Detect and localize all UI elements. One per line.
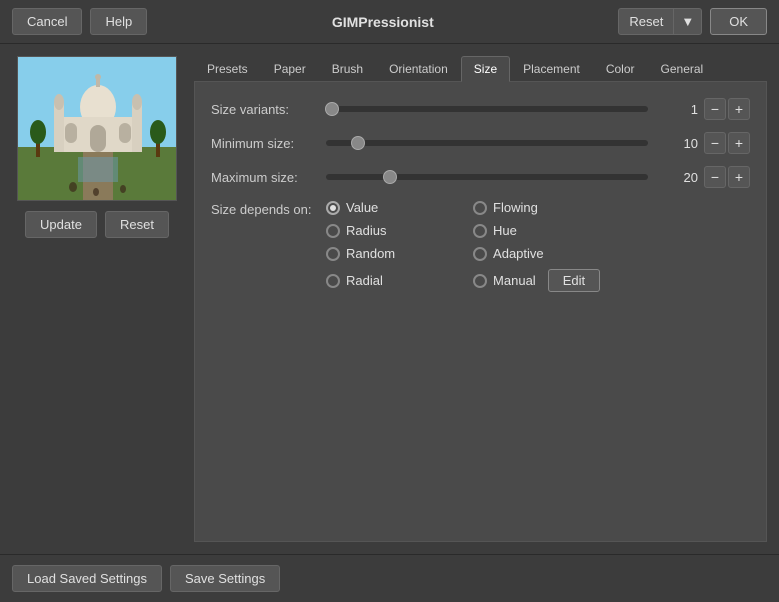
radio-hue-label: Hue xyxy=(493,223,517,238)
radio-radius[interactable]: Radius xyxy=(326,223,453,238)
tab-presets[interactable]: Presets xyxy=(194,56,261,81)
left-buttons: Cancel Help xyxy=(12,8,147,35)
radio-flowing-label: Flowing xyxy=(493,200,538,215)
left-panel: Update Reset xyxy=(12,56,182,542)
tab-brush[interactable]: Brush xyxy=(319,56,376,81)
radio-value[interactable]: Value xyxy=(326,200,453,215)
load-settings-button[interactable]: Load Saved Settings xyxy=(12,565,162,592)
minimum-size-steppers: − + xyxy=(704,132,750,154)
maximum-size-row: Maximum size: 20 − + xyxy=(211,166,750,188)
title-bar: Cancel Help GIMPressionist Reset ▼ OK xyxy=(0,0,779,44)
main-content: Update Reset Presets Paper Brush Orienta… xyxy=(0,44,779,554)
radio-random[interactable]: Random xyxy=(326,246,453,261)
edit-button[interactable]: Edit xyxy=(548,269,600,292)
minimum-size-increment[interactable]: + xyxy=(728,132,750,154)
radio-radial[interactable]: Radial xyxy=(326,269,453,292)
tab-orientation[interactable]: Orientation xyxy=(376,56,461,81)
radio-radial-btn[interactable] xyxy=(326,274,340,288)
maximum-size-value: 20 xyxy=(658,170,698,185)
radio-value-btn[interactable] xyxy=(326,201,340,215)
tab-placement[interactable]: Placement xyxy=(510,56,593,81)
reset-dropdown-arrow[interactable]: ▼ xyxy=(673,9,701,34)
preview-buttons: Update Reset xyxy=(25,211,169,238)
help-button[interactable]: Help xyxy=(90,8,147,35)
maximum-size-steppers: − + xyxy=(704,166,750,188)
radio-manual[interactable]: Manual Edit xyxy=(473,269,600,292)
radio-adaptive[interactable]: Adaptive xyxy=(473,246,600,261)
tab-content-size: Size variants: 1 − + Minimum size: 10 − xyxy=(194,82,767,542)
minimum-size-decrement[interactable]: − xyxy=(704,132,726,154)
radio-radius-btn[interactable] xyxy=(326,224,340,238)
preview-image xyxy=(17,56,177,201)
ok-button[interactable]: OK xyxy=(710,8,767,35)
radio-flowing[interactable]: Flowing xyxy=(473,200,600,215)
size-variants-increment[interactable]: + xyxy=(728,98,750,120)
radio-grid: Value Flowing Radius H xyxy=(326,200,600,292)
size-variants-slider[interactable] xyxy=(326,106,648,112)
minimum-size-row: Minimum size: 10 − + xyxy=(211,132,750,154)
reset-label[interactable]: Reset xyxy=(619,9,673,34)
tab-color[interactable]: Color xyxy=(593,56,648,81)
radio-value-label: Value xyxy=(346,200,378,215)
update-button[interactable]: Update xyxy=(25,211,97,238)
bottom-bar: Load Saved Settings Save Settings xyxy=(0,554,779,602)
tab-general[interactable]: General xyxy=(648,56,717,81)
window-title: GIMPressionist xyxy=(332,14,434,30)
size-variants-label: Size variants: xyxy=(211,102,326,117)
maximum-size-increment[interactable]: + xyxy=(728,166,750,188)
size-depends-section: Size depends on: Value Flowing xyxy=(211,200,750,292)
radio-manual-label: Manual xyxy=(493,273,536,288)
minimum-size-slider[interactable] xyxy=(326,140,648,146)
cancel-button[interactable]: Cancel xyxy=(12,8,82,35)
radio-random-label: Random xyxy=(346,246,395,261)
size-variants-value: 1 xyxy=(658,102,698,117)
right-buttons: Reset ▼ OK xyxy=(618,8,767,35)
tabs: Presets Paper Brush Orientation Size Pla… xyxy=(194,56,767,82)
radio-random-btn[interactable] xyxy=(326,247,340,261)
size-variants-steppers: − + xyxy=(704,98,750,120)
right-panel: Presets Paper Brush Orientation Size Pla… xyxy=(194,56,767,542)
save-settings-button[interactable]: Save Settings xyxy=(170,565,280,592)
depends-label: Size depends on: xyxy=(211,200,326,217)
tab-paper[interactable]: Paper xyxy=(261,56,319,81)
preview-reset-button[interactable]: Reset xyxy=(105,211,169,238)
tab-size[interactable]: Size xyxy=(461,56,510,82)
radio-flowing-btn[interactable] xyxy=(473,201,487,215)
minimum-size-value: 10 xyxy=(658,136,698,151)
maximum-size-label: Maximum size: xyxy=(211,170,326,185)
maximum-size-decrement[interactable]: − xyxy=(704,166,726,188)
radio-radial-label: Radial xyxy=(346,273,383,288)
radio-manual-btn[interactable] xyxy=(473,274,487,288)
radio-hue-btn[interactable] xyxy=(473,224,487,238)
maximum-size-slider[interactable] xyxy=(326,174,648,180)
radio-adaptive-btn[interactable] xyxy=(473,247,487,261)
reset-dropdown[interactable]: Reset ▼ xyxy=(618,8,702,35)
size-variants-decrement[interactable]: − xyxy=(704,98,726,120)
size-variants-row: Size variants: 1 − + xyxy=(211,98,750,120)
radio-hue[interactable]: Hue xyxy=(473,223,600,238)
radio-adaptive-label: Adaptive xyxy=(493,246,544,261)
radio-radius-label: Radius xyxy=(346,223,386,238)
minimum-size-label: Minimum size: xyxy=(211,136,326,151)
